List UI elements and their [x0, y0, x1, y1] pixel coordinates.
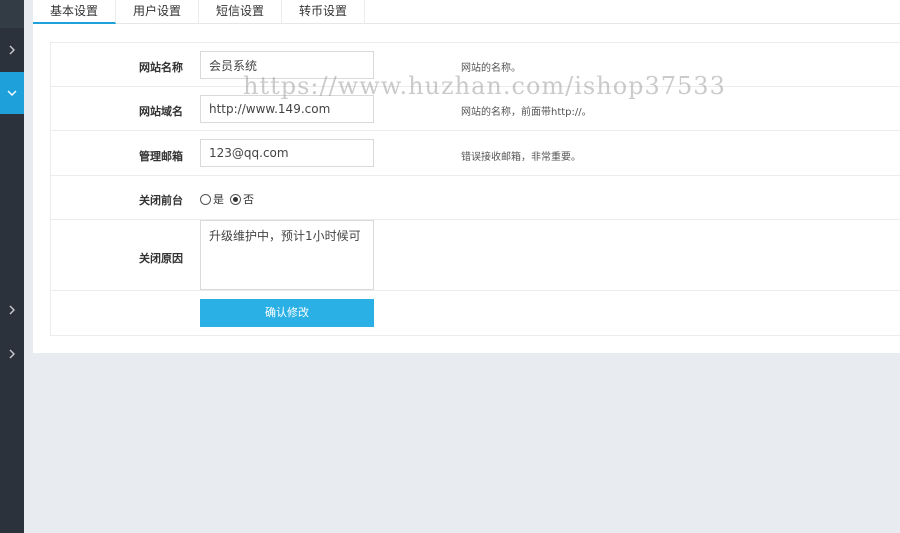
site-domain-label: 网站域名 — [139, 105, 183, 118]
sidebar-expand-item-4[interactable] — [0, 333, 24, 375]
form-row-site-domain: 网站域名 网站的名称，前面带http://。 — [51, 87, 900, 131]
chevron-right-icon — [9, 45, 15, 55]
form-row-site-name: 网站名称 网站的名称。 — [51, 43, 900, 87]
admin-email-label: 管理邮箱 — [139, 150, 183, 163]
admin-email-input[interactable] — [200, 139, 374, 167]
form-row-close-site: 关闭前台 是 否 — [51, 176, 900, 220]
sidebar-expand-item-1[interactable] — [0, 29, 24, 71]
tab-sms-settings[interactable]: 短信设置 — [199, 0, 283, 24]
settings-form: 网站名称 网站的名称。 网站域名 网站的名称，前面带http://。 管理邮箱 … — [50, 42, 900, 336]
site-name-hint: 网站的名称。 — [461, 63, 521, 74]
form-row-close-reason: 关闭原因 升级维护中，预计1小时候可 — [51, 220, 900, 291]
close-reason-textarea[interactable]: 升级维护中，预计1小时候可 — [200, 220, 374, 290]
close-site-label: 关闭前台 — [139, 194, 183, 207]
site-domain-hint: 网站的名称，前面带http://。 — [461, 107, 592, 118]
sidebar — [0, 0, 24, 533]
tab-basic-settings[interactable]: 基本设置 — [33, 0, 117, 24]
settings-panel: 基本设置 用户设置 短信设置 转币设置 网站名称 网站的名称。 网站域名 网站的… — [33, 0, 900, 353]
admin-email-hint: 错误接收邮箱，非常重要。 — [461, 152, 581, 163]
tab-coin-transfer-settings[interactable]: 转币设置 — [282, 0, 366, 24]
sidebar-expand-item-3[interactable] — [0, 289, 24, 331]
close-site-yes-label: 是 — [213, 193, 224, 206]
tab-user-settings[interactable]: 用户设置 — [116, 0, 200, 24]
chevron-down-icon — [7, 90, 17, 96]
sidebar-expand-item-2[interactable] — [0, 72, 24, 114]
chevron-right-icon — [9, 305, 15, 315]
site-domain-input[interactable] — [200, 95, 374, 123]
close-reason-label: 关闭原因 — [139, 252, 183, 265]
settings-tabs: 基本设置 用户设置 短信设置 转币设置 — [33, 0, 900, 24]
confirm-modify-button[interactable]: 确认修改 — [200, 299, 374, 327]
site-name-label: 网站名称 — [139, 61, 183, 74]
close-site-no-radio[interactable] — [230, 193, 241, 205]
sidebar-top-block — [0, 0, 24, 28]
close-site-radio-group: 是 否 — [200, 191, 260, 207]
close-site-yes-radio[interactable] — [200, 193, 211, 205]
form-row-submit: 确认修改 — [51, 291, 900, 337]
form-row-admin-email: 管理邮箱 错误接收邮箱，非常重要。 — [51, 131, 900, 176]
close-site-no-label: 否 — [243, 193, 254, 206]
site-name-input[interactable] — [200, 51, 374, 79]
chevron-right-icon — [9, 349, 15, 359]
